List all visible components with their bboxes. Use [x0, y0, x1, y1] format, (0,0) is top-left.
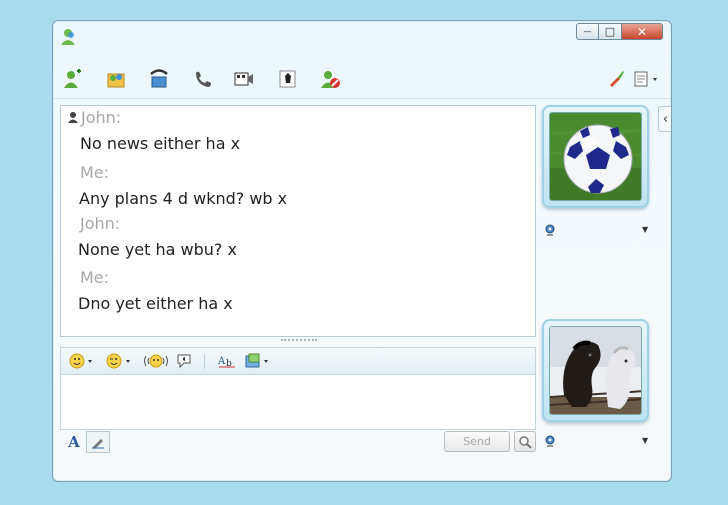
emoticon-icon: [69, 353, 92, 369]
message-input[interactable]: [60, 374, 536, 430]
conversation-history[interactable]: John: No news either ha x Me: Any plans …: [60, 105, 536, 337]
chevron-left-icon: ‹: [662, 111, 669, 127]
title-bar: — □ ✕: [53, 21, 671, 55]
horses-image: [550, 327, 641, 414]
contact-picture: [549, 112, 642, 201]
block-icon: [321, 71, 340, 88]
close-button[interactable]: ✕: [622, 23, 663, 40]
nudge-icon: [144, 354, 168, 368]
video-call-button[interactable]: [231, 66, 257, 92]
message-text: Dno yet either ha x: [78, 294, 233, 313]
spell-check-button[interactable]: A b: [217, 351, 237, 371]
my-picture-menu-arrow[interactable]: ▼: [642, 436, 648, 445]
invite-contact-icon: [64, 69, 81, 88]
message-sender: John:: [80, 214, 121, 233]
message-sender: Me:: [80, 163, 110, 182]
message-text: Any plans 4 d wknd? wb x: [79, 189, 288, 208]
contact-display-picture[interactable]: [542, 105, 649, 208]
messenger-buddy-icon: [61, 29, 75, 45]
call-computer-icon: [150, 69, 168, 88]
my-picture: [549, 326, 642, 415]
background-icon: [245, 353, 268, 368]
pane-splitter[interactable]: [281, 339, 317, 343]
games-button[interactable]: [275, 66, 301, 92]
pen-icon: [92, 439, 104, 449]
contact-picture-menu-arrow[interactable]: ▼: [642, 225, 648, 234]
my-webcam-button[interactable]: [544, 435, 556, 447]
window-controls: — □ ✕: [576, 23, 663, 40]
call-computer-button[interactable]: [146, 66, 172, 92]
minimize-button[interactable]: —: [576, 23, 599, 40]
video-icon: [234, 72, 253, 86]
close-icon: ✕: [636, 24, 648, 39]
webcam-icon: [545, 224, 555, 236]
emoticon-button[interactable]: [69, 351, 95, 371]
collapse-sidebar-button[interactable]: ‹: [658, 106, 671, 132]
message-sender: Me:: [80, 268, 110, 287]
wink-button[interactable]: [105, 351, 133, 371]
conversation-window: — □ ✕ John: No news either ha x Me: Any …: [52, 20, 672, 482]
svg-text:A: A: [217, 356, 226, 367]
minimize-icon: —: [583, 27, 592, 36]
paint-icon: [610, 71, 624, 87]
games-icon: [279, 70, 296, 88]
call-phone-icon: [196, 71, 211, 87]
my-display-picture[interactable]: [542, 319, 649, 422]
message-sender: John:: [81, 108, 122, 127]
message-text: No news either ha x: [80, 134, 241, 153]
webcam-icon: [545, 435, 555, 447]
toolbar-separator: [204, 354, 205, 369]
main-toolbar: [53, 59, 671, 99]
maximize-button[interactable]: □: [599, 23, 622, 40]
call-phone-button[interactable]: [190, 66, 216, 92]
message-text: None yet ha wbu? x: [78, 240, 237, 259]
compose-footer: A Send: [60, 430, 536, 454]
voice-clip-icon: [177, 354, 191, 369]
background-button[interactable]: [244, 351, 272, 371]
send-button[interactable]: Send: [444, 431, 510, 452]
share-files-button[interactable]: [104, 66, 130, 92]
show-menu-icon: [634, 71, 657, 87]
paint-button[interactable]: [603, 66, 629, 92]
font-button[interactable]: A: [64, 432, 84, 452]
block-contact-button[interactable]: [317, 66, 343, 92]
formatting-toolbar: A b: [60, 347, 536, 374]
contact-webcam-button[interactable]: [544, 224, 556, 236]
wink-icon: [106, 353, 130, 369]
spell-check-icon: A b: [217, 356, 235, 369]
voice-clip-button[interactable]: [175, 351, 193, 371]
font-icon: A: [68, 433, 80, 451]
search-icon: [519, 435, 532, 449]
invite-contact-button[interactable]: [60, 66, 86, 92]
search-button[interactable]: [514, 431, 536, 452]
soccer-ball-image: [550, 113, 641, 200]
maximize-icon: □: [604, 25, 616, 38]
contact-status-icon: [68, 112, 78, 123]
show-menu-button[interactable]: [631, 66, 661, 92]
share-files-icon: [107, 73, 125, 88]
handwriting-button[interactable]: [86, 431, 110, 453]
nudge-button[interactable]: [143, 351, 169, 371]
